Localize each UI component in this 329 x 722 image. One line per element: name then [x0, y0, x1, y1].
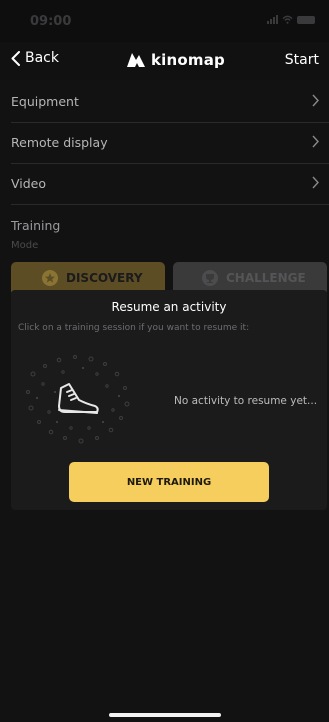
mode-label: Mode — [11, 240, 39, 251]
challenge-icon — [202, 270, 218, 286]
navigation-bar: Back kinomap Start — [0, 42, 329, 80]
new-training-label: NEW TRAINING — [126, 476, 212, 488]
chevron-right-icon — [312, 94, 319, 107]
status-icons — [267, 15, 315, 24]
signal-icon — [267, 15, 278, 24]
resume-activity-dialog: Resume an activity Click on a training s… — [11, 290, 327, 510]
menu-item-equipment[interactable]: Equipment — [11, 82, 329, 123]
discovery-icon — [42, 270, 58, 286]
new-training-button[interactable]: NEW TRAINING — [69, 462, 269, 502]
training-section-label: Training — [11, 218, 61, 233]
battery-icon — [297, 15, 315, 24]
home-indicator[interactable] — [109, 713, 221, 717]
wifi-icon — [282, 15, 293, 24]
mode-challenge-label: CHALLENGE — [226, 271, 306, 285]
chevron-left-icon — [11, 50, 20, 66]
app-screen: 09:00 Back kinomap Start Equipment Remot… — [0, 0, 329, 722]
menu-item-remote-display[interactable]: Remote display — [11, 123, 329, 164]
empty-state-text: No activity to resume yet... — [174, 395, 318, 407]
settings-menu: Equipment Remote display Video — [0, 82, 329, 205]
sneaker-illustration — [26, 355, 130, 444]
start-button[interactable]: Start — [285, 52, 319, 68]
kinomap-logo-icon — [127, 53, 145, 67]
menu-item-label: Video — [11, 176, 47, 191]
mode-discovery-label: DISCOVERY — [66, 271, 143, 285]
back-button[interactable]: Back — [11, 50, 59, 66]
menu-item-label: Equipment — [11, 94, 79, 109]
logo-text: kinomap — [151, 51, 225, 69]
status-time: 09:00 — [30, 14, 72, 29]
dialog-subtitle: Click on a training session if you want … — [18, 323, 250, 333]
back-label: Back — [25, 50, 59, 66]
chevron-right-icon — [312, 135, 319, 148]
menu-item-label: Remote display — [11, 135, 108, 150]
status-bar: 09:00 — [0, 0, 329, 42]
chevron-right-icon — [312, 176, 319, 189]
kinomap-logo: kinomap — [126, 51, 225, 69]
menu-item-video[interactable]: Video — [11, 164, 329, 205]
dialog-title: Resume an activity — [111, 300, 227, 314]
